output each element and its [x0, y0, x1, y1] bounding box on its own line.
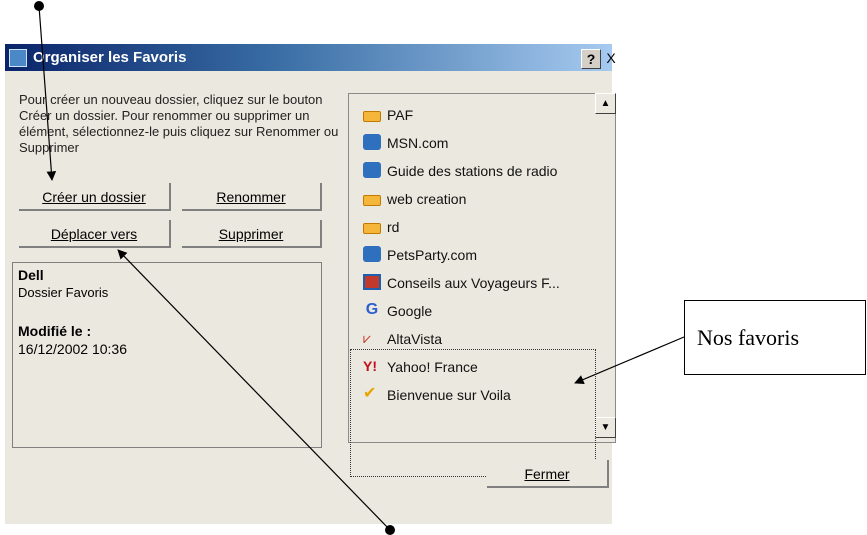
selected-item-type: Dossier Favoris — [18, 285, 109, 300]
ie-page-icon — [363, 134, 381, 151]
search-engines-selection — [350, 349, 596, 477]
favorites-app-icon — [9, 49, 27, 67]
list-item[interactable]: MSN.com — [363, 132, 593, 154]
list-item[interactable]: rd — [363, 216, 593, 238]
list-item-label: PAF — [387, 107, 414, 123]
google-icon: G — [365, 301, 379, 319]
radio-guide-icon — [363, 162, 381, 179]
web-page-icon — [363, 274, 381, 291]
selected-item-name: Dell — [18, 267, 44, 283]
folder-icon — [363, 222, 381, 234]
scroll-up-button[interactable]: ▲ — [595, 93, 616, 114]
list-item[interactable]: G Google — [363, 300, 593, 322]
delete-button[interactable]: Supprimer — [182, 220, 322, 248]
scroll-down-button[interactable]: ▼ — [595, 417, 616, 438]
list-item[interactable]: web creation — [363, 188, 593, 210]
organize-favorites-dialog: Organiser les Favoris ? X Pour créer un … — [5, 44, 616, 524]
list-item[interactable]: Guide des stations de radio — [363, 160, 593, 182]
favorites-scrollbar[interactable]: ▲ ▼ — [595, 93, 616, 445]
list-item-label: MSN.com — [387, 135, 449, 151]
ie-page-icon — [363, 246, 381, 263]
close-window-button[interactable]: X — [602, 49, 620, 67]
altavista-icon: ⩗ — [363, 330, 371, 347]
title-bar[interactable]: Organiser les Favoris ? X — [5, 44, 616, 71]
list-item[interactable]: Conseils aux Voyageurs F... — [363, 272, 593, 294]
favorites-callout: Nos favoris — [684, 300, 866, 375]
modified-date: 16/12/2002 10:36 — [18, 341, 127, 357]
list-item[interactable]: ⩗ AltaVista — [363, 328, 593, 350]
create-folder-button[interactable]: Créer un dossier — [19, 183, 171, 211]
folder-icon — [363, 110, 381, 122]
rename-button[interactable]: Renommer — [182, 183, 322, 211]
instructions-text: Pour créer un nouveau dossier, cliquez s… — [19, 92, 339, 155]
modified-label: Modifié le : — [18, 323, 92, 339]
close-button[interactable]: Fermer — [487, 460, 609, 488]
list-item-label: AltaVista — [387, 331, 442, 347]
folder-icon — [363, 194, 381, 206]
list-item-label: Conseils aux Voyageurs F... — [387, 275, 560, 291]
list-item[interactable]: PAF — [363, 104, 593, 126]
arrow-origin-dot — [34, 1, 44, 11]
arrow-origin-dot — [385, 525, 395, 535]
selected-item-info: Dell Dossier Favoris Modifié le : 16/12/… — [12, 262, 322, 448]
help-button[interactable]: ? — [581, 49, 601, 69]
list-item[interactable]: PetsParty.com — [363, 244, 593, 266]
list-item-label: web creation — [387, 191, 467, 207]
list-item-label: Guide des stations de radio — [387, 163, 558, 179]
list-item-label: rd — [387, 219, 400, 235]
move-to-button[interactable]: Déplacer vers — [19, 220, 171, 248]
window-title: Organiser les Favoris — [33, 49, 187, 66]
list-item-label: Google — [387, 303, 433, 319]
list-item-label: PetsParty.com — [387, 247, 477, 263]
